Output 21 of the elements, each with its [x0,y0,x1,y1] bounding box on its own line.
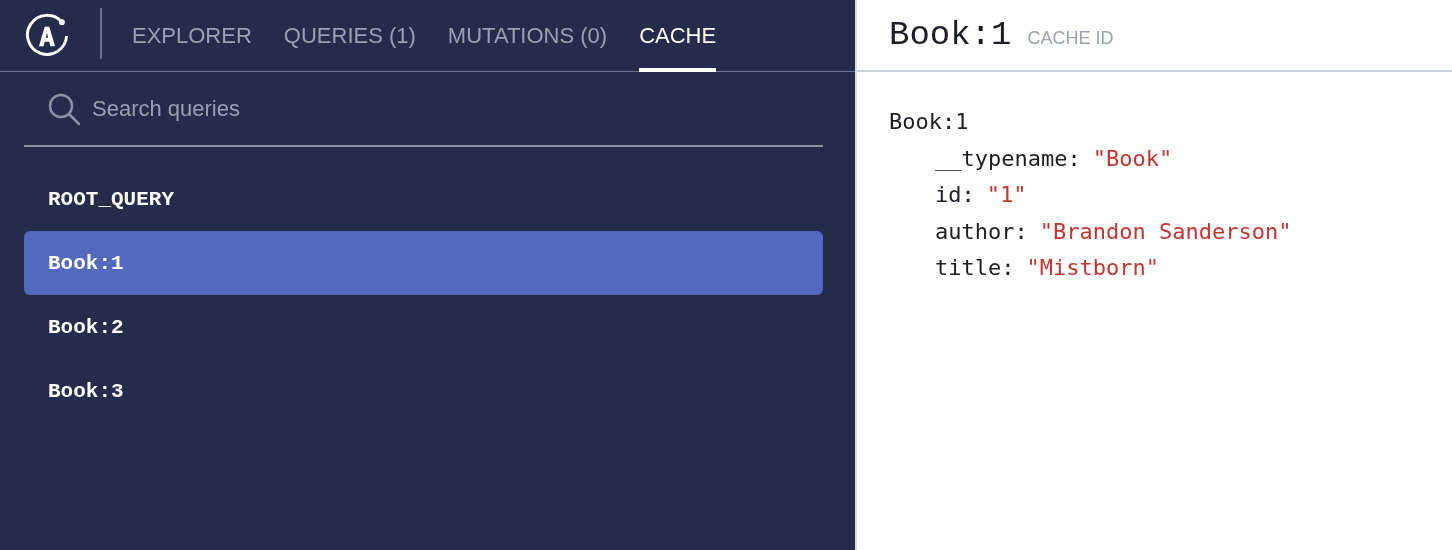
cache-item[interactable]: ROOT_QUERY [24,167,823,231]
field-key: author: [935,213,1028,250]
field-value: "Brandon Sanderson" [1039,217,1292,246]
field-key: id: [935,177,975,214]
field-key: __typename: [935,140,1081,177]
logo-icon[interactable] [24,12,70,59]
nav-tab[interactable]: CACHE [639,0,717,72]
search-input[interactable]: Search queries [90,94,823,123]
field-value: "Book" [1092,144,1173,173]
field-value: "Mistborn" [1026,254,1159,282]
field-key: title: [935,250,1015,287]
field-value: "1" [986,181,1027,209]
entry-subtitle: CACHE ID [1027,27,1114,49]
cache-item[interactable]: Book:1 [24,231,823,295]
nav-tab[interactable]: QUERIES (1) [283,0,416,72]
cache-item[interactable]: Book:2 [24,295,823,359]
nav-tab[interactable]: EXPLORER [132,0,252,72]
cache-item[interactable]: Book:3 [24,359,823,423]
nav-tab[interactable]: MUTATIONS (0) [447,0,608,72]
entry-title: Book:1 [889,16,1012,54]
object-name: Book:1 [889,108,970,136]
